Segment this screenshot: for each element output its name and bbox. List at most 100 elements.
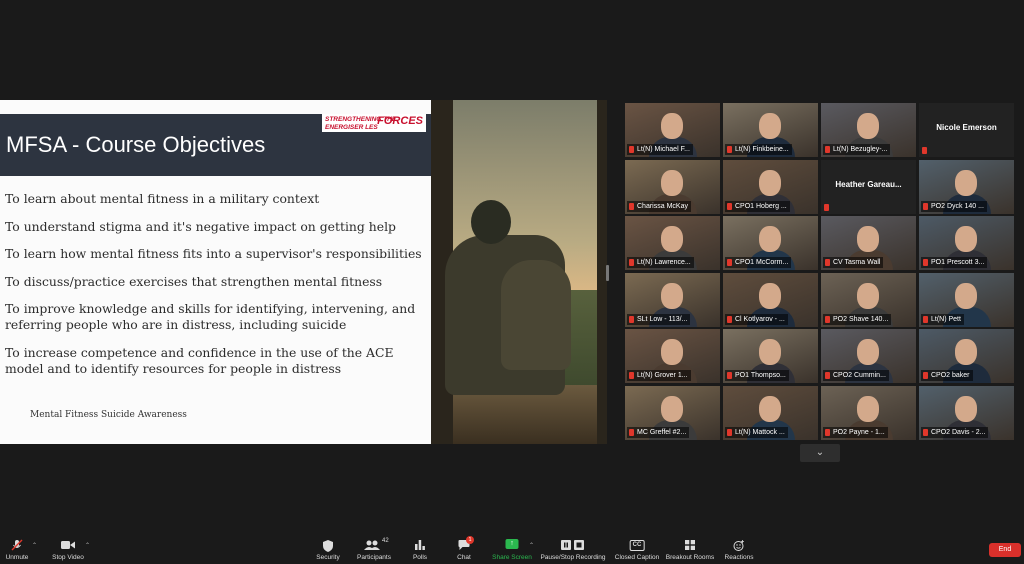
participant-tile[interactable]: MC Greffel #2... xyxy=(625,385,720,440)
participant-name: Lt(N) Mattock ... xyxy=(735,428,785,436)
participant-tile[interactable]: SLt Low - 113/... xyxy=(625,272,720,327)
polls-button[interactable]: Polls xyxy=(408,536,432,564)
soldier-photo xyxy=(431,100,607,444)
participant-name-label: CPO1 McCorm... xyxy=(725,257,792,268)
smiley-plus-icon xyxy=(733,540,744,551)
participant-tile[interactable]: PO2 Dyck 140 ... xyxy=(919,159,1014,214)
stop-video-button[interactable]: Stop Video xyxy=(48,536,88,564)
video-options-caret[interactable]: ⌃ xyxy=(85,542,90,549)
closed-caption-icon: CC xyxy=(629,540,645,551)
microphone-muted-icon xyxy=(727,428,732,436)
participant-face xyxy=(759,395,781,422)
unmute-button[interactable]: Unmute xyxy=(2,536,32,564)
closed-caption-button[interactable]: CC Closed Caption xyxy=(613,536,661,564)
breakout-grid-icon xyxy=(685,540,695,550)
participants-count: 42 xyxy=(382,538,389,544)
end-meeting-button[interactable]: End xyxy=(989,543,1021,557)
participant-face xyxy=(661,169,683,196)
slide-title: MFSA - Course Objectives xyxy=(6,132,266,157)
pause-stop-recording-button[interactable]: Pause/Stop Recording xyxy=(540,536,606,564)
participant-tile[interactable]: CPO2 Cummin... xyxy=(821,329,916,383)
microphone-muted-icon xyxy=(629,202,634,210)
participant-name: SLt Low - 113/... xyxy=(637,315,688,323)
participants-icon xyxy=(364,540,380,550)
participant-name: PO1 Prescott 3... xyxy=(931,259,985,266)
participant-name: Lt(N) Pett xyxy=(931,315,961,323)
participant-name: PO2 Payne - 1... xyxy=(833,428,885,436)
microphone-muted-icon xyxy=(825,146,830,153)
chat-button[interactable]: 1 Chat xyxy=(452,536,476,564)
unmute-label: Unmute xyxy=(5,554,29,561)
microphone-muted-icon xyxy=(923,372,928,379)
breakout-rooms-button[interactable]: Breakout Rooms xyxy=(664,536,716,564)
participant-name: Lt(N) Finkbeine... xyxy=(735,146,789,153)
participant-face xyxy=(661,282,683,309)
share-screen-button[interactable]: ↑ Share Screen xyxy=(490,536,534,564)
participant-tile[interactable]: Cl Kotlyarov - ... xyxy=(723,272,818,327)
participant-face xyxy=(661,113,683,139)
participant-name-label: PO2 Payne - 1... xyxy=(823,426,888,438)
participant-name: Cl Kotlyarov - ... xyxy=(735,315,785,323)
participant-face xyxy=(955,282,977,309)
participant-name-label: CPO1 Hoberg ... xyxy=(725,200,790,212)
participant-name-label: PO1 Thompso... xyxy=(725,370,789,381)
audio-options-caret[interactable]: ⌃ xyxy=(32,542,37,549)
slide-content: MFSA - Course Objectives STRENGTHENING T… xyxy=(0,100,431,444)
participant-name: CPO1 McCorm... xyxy=(735,259,789,266)
microphone-muted-icon xyxy=(923,315,928,323)
participant-tile[interactable]: Lt(N) Lawrence... xyxy=(625,216,720,270)
participant-face xyxy=(857,282,879,309)
share-options-caret[interactable]: ⌃ xyxy=(529,542,534,549)
participant-tile[interactable]: PO2 Payne - 1... xyxy=(821,385,916,440)
security-button[interactable]: Security xyxy=(313,536,343,564)
participant-face xyxy=(955,395,977,422)
objectives-list: To learn about mental fitness in a milit… xyxy=(5,191,425,388)
participant-tile[interactable]: CV Tasma Wall xyxy=(821,216,916,270)
participant-name: MC Greffel #2... xyxy=(637,428,687,436)
participant-name-label: Lt(N) Lawrence... xyxy=(627,257,694,268)
participant-face xyxy=(661,226,683,252)
reactions-button[interactable]: Reactions xyxy=(722,536,756,564)
objective-item: To improve knowledge and skills for iden… xyxy=(5,301,416,332)
participant-face xyxy=(661,395,683,422)
chat-label: Chat xyxy=(457,554,471,561)
share-screen-label: Share Screen xyxy=(492,554,532,561)
gallery-next-page-button[interactable]: ⌄ xyxy=(800,444,840,462)
soldier-legs xyxy=(501,260,571,370)
participant-name: PO2 Shave 140... xyxy=(833,315,889,323)
participant-tile[interactable]: CPO1 Hoberg ... xyxy=(723,159,818,214)
participants-button[interactable]: 42 Participants xyxy=(354,536,394,564)
participant-name: CPO1 Hoberg ... xyxy=(735,202,787,210)
participant-tile[interactable]: CPO1 McCorm... xyxy=(723,216,818,270)
shared-screen: MFSA - Course Objectives STRENGTHENING T… xyxy=(0,100,607,444)
participant-face xyxy=(955,339,977,365)
participant-tile[interactable]: CPO2 Davis - 2... xyxy=(919,385,1014,440)
participant-tile[interactable]: Charissa McKay xyxy=(625,159,720,214)
participant-tile[interactable]: CPO2 baker xyxy=(919,329,1014,383)
objective-item: To increase competence and confidence in… xyxy=(5,344,394,376)
participant-tile[interactable]: Lt(N) Mattock ... xyxy=(723,385,818,440)
participant-tile[interactable]: Nicole Emerson xyxy=(919,103,1014,157)
participant-tile[interactable]: Lt(N) Grover 1... xyxy=(625,329,720,383)
chat-unread-badge: 1 xyxy=(466,536,474,544)
participant-tile[interactable]: Lt(N) Bezugley-... xyxy=(821,103,916,157)
participant-tile[interactable]: Lt(N) Michael F... xyxy=(625,103,720,157)
participant-name-label: PO2 Dyck 140 ... xyxy=(921,200,987,212)
participant-name: CPO2 Cummin... xyxy=(833,372,886,379)
participant-tile[interactable]: Heather Gareau... xyxy=(821,159,916,214)
participant-tile[interactable]: PO2 Shave 140... xyxy=(821,272,916,327)
split-view-resize-handle[interactable] xyxy=(606,265,609,281)
breakout-rooms-label: Breakout Rooms xyxy=(665,554,715,561)
participant-name: Lt(N) Grover 1... xyxy=(637,372,688,379)
participant-face xyxy=(955,169,977,196)
participant-tile[interactable]: PO1 Thompso... xyxy=(723,329,818,383)
participant-name-label: MC Greffel #2... xyxy=(627,426,690,438)
participant-face xyxy=(661,339,683,365)
participant-name-label: Lt(N) Michael F... xyxy=(627,144,693,155)
participant-tile[interactable]: Lt(N) Finkbeine... xyxy=(723,103,818,157)
participant-tile[interactable]: Lt(N) Pett xyxy=(919,272,1014,327)
participant-tile[interactable]: PO1 Prescott 3... xyxy=(919,216,1014,270)
polls-label: Polls xyxy=(412,554,428,561)
microphone-muted-icon xyxy=(923,202,928,210)
microphone-muted-icon xyxy=(629,146,634,153)
